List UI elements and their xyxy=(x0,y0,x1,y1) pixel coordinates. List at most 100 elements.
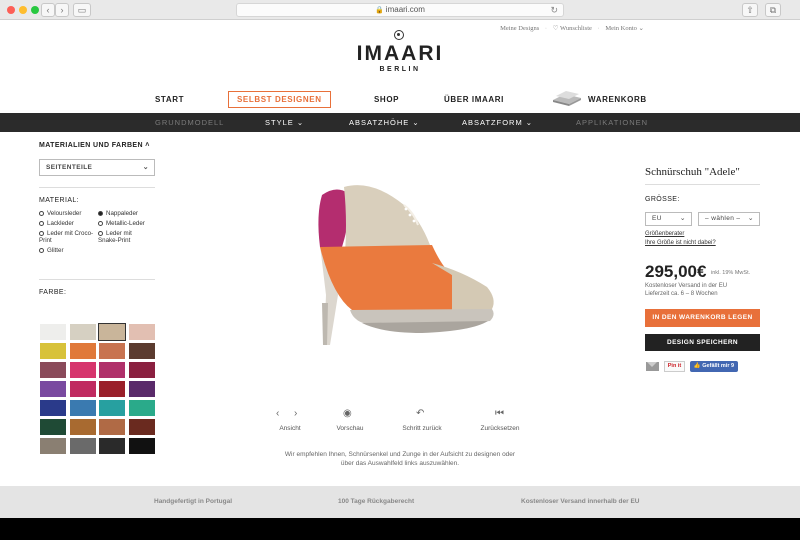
color-swatch[interactable] xyxy=(40,419,66,435)
color-swatch[interactable] xyxy=(128,362,155,378)
undo-icon[interactable]: ↶ xyxy=(416,408,424,419)
close-window-button[interactable] xyxy=(7,6,15,14)
material-label: MATERIAL: xyxy=(39,197,80,204)
materials-colors-header[interactable]: MATERIALIEN UND FARBEN ˄ xyxy=(39,142,150,149)
subnav-grundmodell[interactable]: GRUNDMODELL xyxy=(155,118,224,127)
vat-note: inkl. 19% MwSt. xyxy=(711,270,751,276)
color-swatch[interactable] xyxy=(40,400,66,416)
color-swatch[interactable] xyxy=(99,343,125,359)
color-swatch[interactable] xyxy=(99,400,125,416)
material-option-metallic[interactable]: Metallic-Leder xyxy=(98,220,145,227)
product-price: 295,00€ xyxy=(645,262,707,281)
subnav-absatzform[interactable]: ABSATZFORM ⌄ xyxy=(462,118,533,127)
reset-button[interactable]: Zurücksetzen xyxy=(474,425,526,432)
material-option-label: Veloursleder xyxy=(47,210,82,217)
size-advisor-link[interactable]: Größenberater xyxy=(645,231,684,237)
material-option-nappa[interactable]: Nappaleder xyxy=(98,210,138,217)
radio-icon xyxy=(98,231,103,236)
color-swatch[interactable] xyxy=(99,362,125,378)
size-value-select[interactable]: – wählen – ⌄ xyxy=(698,212,760,226)
color-swatch[interactable] xyxy=(128,343,155,359)
color-swatch[interactable] xyxy=(69,400,96,416)
save-design-button[interactable]: DESIGN SPEICHERN xyxy=(645,334,760,351)
color-swatch[interactable] xyxy=(69,419,96,435)
shoe-preview[interactable] xyxy=(292,175,502,345)
chevron-down-icon: ⌄ xyxy=(142,164,149,171)
nav-shop[interactable]: SHOP xyxy=(374,95,399,104)
rotate-left-icon[interactable]: ‹ xyxy=(276,408,279,419)
color-swatch[interactable] xyxy=(69,343,96,359)
radio-icon xyxy=(39,211,44,216)
footer-portugal: Handgefertigt in Portugal xyxy=(154,498,232,505)
my-designs-link[interactable]: Meine Designs xyxy=(500,25,539,32)
material-option-velours[interactable]: Veloursleder xyxy=(39,210,81,217)
color-swatch[interactable] xyxy=(128,400,155,416)
shoebox-cart-icon[interactable] xyxy=(551,90,583,106)
address-bar[interactable]: 🔒 imaari.com ↻ xyxy=(236,3,564,17)
color-swatch[interactable] xyxy=(40,362,66,378)
nav-ueber-imaari[interactable]: ÜBER IMAARI xyxy=(444,95,504,104)
back-button[interactable]: ‹ xyxy=(41,3,55,17)
color-swatch[interactable] xyxy=(40,438,66,454)
color-swatch[interactable] xyxy=(128,419,155,435)
sidebar-toggle-icon[interactable]: ▭ xyxy=(73,3,91,17)
part-select[interactable]: SEITENTEILE ⌄ xyxy=(39,159,155,176)
nav-selbst-designen[interactable]: SELBST DESIGNEN xyxy=(228,91,331,108)
subnav-absatzhoehe[interactable]: ABSATZHÖHE ⌄ xyxy=(349,118,420,127)
color-swatch[interactable] xyxy=(128,324,155,340)
color-swatch[interactable] xyxy=(40,343,66,359)
undo-button[interactable]: Schritt zurück xyxy=(394,425,450,432)
color-swatch[interactable] xyxy=(40,324,66,340)
mail-icon[interactable] xyxy=(646,362,659,371)
subnav-applikationen[interactable]: APPLIKATIONEN xyxy=(576,118,648,127)
color-swatch[interactable] xyxy=(69,362,96,378)
material-option-label: Nappaleder xyxy=(106,210,138,217)
radio-icon xyxy=(39,248,44,253)
color-swatch[interactable] xyxy=(69,381,96,397)
rotate-right-icon[interactable]: › xyxy=(294,408,297,419)
nav-start[interactable]: START xyxy=(155,95,184,104)
zoom-window-button[interactable] xyxy=(31,6,39,14)
pinterest-button[interactable]: Pin it xyxy=(664,361,685,372)
color-label: FARBE: xyxy=(39,289,67,296)
preview-button[interactable]: Vorschau xyxy=(330,425,370,432)
material-option-lack[interactable]: Lackleder xyxy=(39,220,74,227)
color-swatch[interactable] xyxy=(99,381,125,397)
main-nav: START SELBST DESIGNEN SHOP ÜBER IMAARI W… xyxy=(0,91,800,109)
material-option-croco[interactable]: Leder mit Croco-Print xyxy=(39,230,94,244)
page: Meine Designs · ♡ Wunschliste · Mein Kon… xyxy=(0,20,800,518)
reset-icon[interactable]: ⏮ xyxy=(495,408,504,419)
material-option-label: Leder mit Snake-Print xyxy=(98,230,132,244)
tabs-icon[interactable]: ⧉ xyxy=(765,3,781,17)
add-to-cart-button[interactable]: IN DEN WARENKORB LEGEN xyxy=(645,309,760,327)
color-swatch[interactable] xyxy=(99,419,125,435)
color-swatch[interactable] xyxy=(98,323,126,341)
radio-icon xyxy=(98,221,103,226)
subnav-style[interactable]: STYLE ⌄ xyxy=(265,118,304,127)
facebook-like-button[interactable]: 👍 Gefällt mir 9 xyxy=(690,361,738,372)
color-swatch[interactable] xyxy=(69,324,96,340)
material-option-snake[interactable]: Leder mit Snake-Print xyxy=(98,230,153,244)
material-option-glitter[interactable]: Glitter xyxy=(39,247,64,254)
my-account-link[interactable]: Mein Konto ⌄ xyxy=(605,25,644,32)
size-system-select[interactable]: EU ⌄ xyxy=(645,212,692,226)
color-swatch[interactable] xyxy=(128,381,155,397)
color-swatch[interactable] xyxy=(69,438,96,454)
radio-icon xyxy=(39,231,44,236)
size-missing-link[interactable]: Ihre Größe ist nicht dabei? xyxy=(645,240,716,246)
color-swatch[interactable] xyxy=(99,438,125,454)
divider xyxy=(39,279,155,280)
minimize-window-button[interactable] xyxy=(19,6,27,14)
share-icon[interactable]: ⇧ xyxy=(742,3,758,17)
color-swatch[interactable] xyxy=(40,381,66,397)
nav-warenkorb[interactable]: WARENKORB xyxy=(588,95,647,104)
size-label: GRÖSSE: xyxy=(645,196,680,203)
eye-icon[interactable]: ◉ xyxy=(343,408,352,419)
forward-button[interactable]: › xyxy=(55,3,69,17)
reload-icon[interactable]: ↻ xyxy=(550,4,558,16)
brand-logo[interactable]: IMAARI xyxy=(0,42,800,66)
view-label: Ansicht xyxy=(279,425,301,432)
color-swatch[interactable] xyxy=(128,438,155,454)
wishlist-link[interactable]: ♡ Wunschliste xyxy=(553,25,592,32)
shipping-note: Kostenloser Versand in der EU xyxy=(645,283,728,289)
